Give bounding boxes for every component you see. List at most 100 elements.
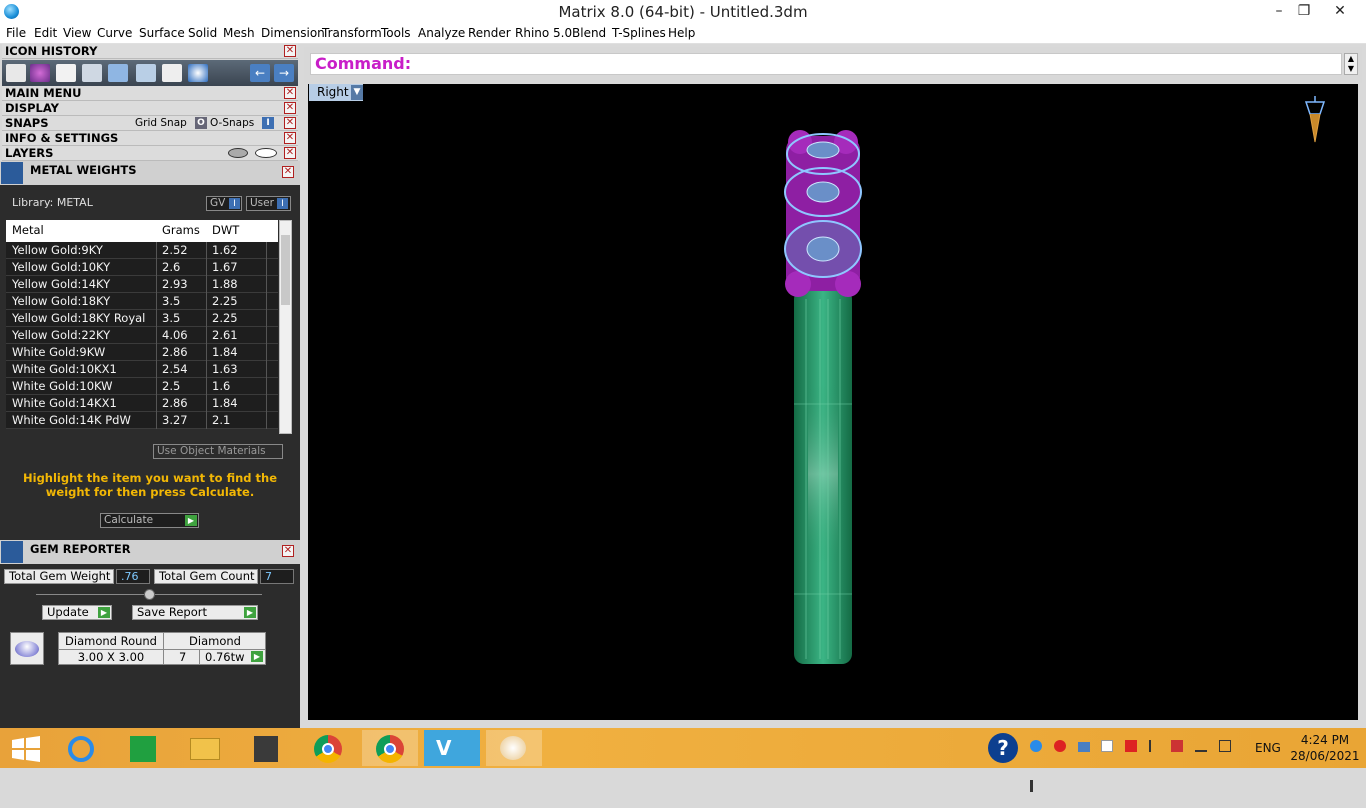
- file-explorer-icon[interactable]: [180, 730, 236, 766]
- grid-snap-toggle[interactable]: O: [195, 117, 207, 129]
- menu-surface[interactable]: Surface: [139, 26, 185, 40]
- cloud-icon[interactable]: [1101, 740, 1114, 752]
- clipboard-icon[interactable]: [6, 64, 26, 82]
- flag-icon[interactable]: [1149, 740, 1159, 752]
- shield-icon[interactable]: [1170, 740, 1183, 752]
- save-icon[interactable]: [56, 64, 76, 82]
- language-indicator[interactable]: ENG: [1255, 728, 1281, 768]
- close-icon[interactable]: ✕: [284, 147, 296, 159]
- eye-icon[interactable]: [255, 148, 277, 158]
- menu-rhino[interactable]: Rhino 5.0: [515, 26, 572, 40]
- volume-icon[interactable]: [1030, 780, 1042, 792]
- table-row[interactable]: Yellow Gold:18KY 3.5 2.25: [6, 293, 278, 310]
- paint-icon[interactable]: [486, 730, 542, 766]
- save-report-button[interactable]: Save Report ▶: [132, 605, 258, 620]
- menu-help[interactable]: Help: [668, 26, 695, 40]
- menu-tsplines[interactable]: T-Splines: [612, 26, 666, 40]
- grid-icon[interactable]: [136, 64, 156, 82]
- menu-mesh[interactable]: Mesh: [223, 26, 255, 40]
- info-settings-header[interactable]: INFO & SETTINGS ✕: [2, 131, 298, 146]
- system-tray-icons[interactable]: [1030, 728, 1250, 792]
- chrome-icon[interactable]: [302, 730, 358, 766]
- gem-thumbnail[interactable]: [10, 632, 44, 665]
- user-toggle[interactable]: User I: [246, 196, 291, 211]
- layer-lock-icon[interactable]: [228, 148, 248, 158]
- onedrive-icon[interactable]: [1077, 742, 1090, 752]
- table-row[interactable]: White Gold:9KW 2.86 1.84: [6, 344, 278, 361]
- battery-icon[interactable]: [1218, 740, 1231, 752]
- ie-icon[interactable]: [56, 730, 112, 766]
- slider-handle[interactable]: [144, 589, 155, 600]
- scroll-thumb[interactable]: [281, 235, 290, 305]
- table-row[interactable]: Yellow Gold:18KY Royal 3.5 2.25: [6, 310, 278, 327]
- col-dwt[interactable]: DWT: [212, 222, 239, 239]
- chrome-icon[interactable]: [362, 730, 418, 766]
- use-object-materials-toggle[interactable]: Use Object Materials: [153, 444, 283, 459]
- transform-icon[interactable]: [82, 64, 102, 82]
- table-row[interactable]: Yellow Gold:14KY 2.93 1.88: [6, 276, 278, 293]
- main-menu-header[interactable]: MAIN MENU ✕: [2, 86, 298, 101]
- signal-icon[interactable]: [1194, 740, 1207, 752]
- command-input[interactable]: Command:: [310, 53, 1342, 75]
- start-button[interactable]: [0, 730, 56, 766]
- close-icon[interactable]: ✕: [284, 117, 296, 129]
- update-button[interactable]: Update ▶: [42, 605, 112, 620]
- menu-analyze[interactable]: Analyze: [418, 26, 465, 40]
- maximize-button[interactable]: ❐: [1289, 0, 1319, 22]
- menu-curve[interactable]: Curve: [97, 26, 132, 40]
- table-row[interactable]: White Gold:10KX1 2.54 1.63: [6, 361, 278, 378]
- menu-file[interactable]: File: [6, 26, 26, 40]
- table-row[interactable]: White Gold:14KX1 2.86 1.84: [6, 395, 278, 412]
- viewport-right[interactable]: Right ▼: [308, 84, 1358, 720]
- matrix-taskbar-icon[interactable]: [240, 730, 296, 766]
- menu-solid[interactable]: Solid: [188, 26, 217, 40]
- col-metal[interactable]: Metal: [12, 222, 44, 239]
- sphere-icon[interactable]: [30, 64, 50, 82]
- gear-icon[interactable]: [188, 64, 208, 82]
- document-icon[interactable]: [162, 64, 182, 82]
- close-button[interactable]: ✕: [1325, 0, 1355, 22]
- back-arrow-icon[interactable]: ←: [250, 64, 270, 82]
- help-icon[interactable]: ?: [988, 733, 1018, 763]
- vectorworks-tray-icon[interactable]: [1030, 740, 1042, 752]
- col-grams[interactable]: Grams: [162, 222, 200, 239]
- calculate-button[interactable]: Calculate ▶: [100, 513, 199, 528]
- menu-transform[interactable]: Transform: [322, 26, 382, 40]
- table-row[interactable]: Yellow Gold:9KY 2.52 1.62: [6, 242, 278, 259]
- close-icon[interactable]: ✕: [284, 102, 296, 114]
- table-row[interactable]: Yellow Gold:22KY 4.06 2.61: [6, 327, 278, 344]
- layers-header[interactable]: LAYERS ✕: [2, 146, 298, 161]
- o-snaps-toggle[interactable]: I: [262, 117, 274, 129]
- play-icon[interactable]: ▶: [251, 651, 263, 662]
- clock[interactable]: 4:24 PM 28/06/2021: [1290, 732, 1360, 764]
- snaps-header[interactable]: SNAPS Grid Snap O O-Snaps I ✕: [2, 116, 298, 131]
- menu-dimension[interactable]: Dimension: [261, 26, 325, 40]
- icon-history-header[interactable]: ICON HISTORY ✕: [2, 44, 298, 59]
- snaps-label: SNAPS: [5, 116, 49, 130]
- antivirus-icon[interactable]: [1125, 740, 1138, 752]
- menu-view[interactable]: View: [63, 26, 91, 40]
- forward-arrow-icon[interactable]: →: [274, 64, 294, 82]
- gem-icon[interactable]: [108, 64, 128, 82]
- table-row[interactable]: Yellow Gold:10KY 2.6 1.67: [6, 259, 278, 276]
- close-icon[interactable]: ✕: [284, 132, 296, 144]
- close-icon[interactable]: ✕: [282, 166, 294, 178]
- gv-toggle[interactable]: GV I: [206, 196, 242, 211]
- beats-icon[interactable]: [1053, 740, 1066, 752]
- table-row[interactable]: White Gold:10KW 2.5 1.6: [6, 378, 278, 395]
- display-header[interactable]: DISPLAY ✕: [2, 101, 298, 116]
- close-icon[interactable]: ✕: [284, 45, 296, 57]
- command-scroll[interactable]: ▲ ▼: [1344, 53, 1358, 75]
- close-icon[interactable]: ✕: [284, 87, 296, 99]
- gem-row[interactable]: Diamond Round Diamond 3.00 X 3.00 7 0.76…: [58, 632, 266, 665]
- menu-blend[interactable]: Blend: [572, 26, 606, 40]
- menu-tools[interactable]: Tools: [381, 26, 411, 40]
- vectorworks-icon[interactable]: V: [424, 730, 480, 766]
- store-icon[interactable]: [118, 730, 174, 766]
- close-icon[interactable]: ✕: [282, 545, 294, 557]
- menu-edit[interactable]: Edit: [34, 26, 57, 40]
- perspective-widget-icon[interactable]: [1304, 96, 1326, 143]
- table-scrollbar[interactable]: [279, 220, 292, 434]
- menu-render[interactable]: Render: [468, 26, 511, 40]
- table-row[interactable]: White Gold:14K PdW 3.27 2.1: [6, 412, 278, 429]
